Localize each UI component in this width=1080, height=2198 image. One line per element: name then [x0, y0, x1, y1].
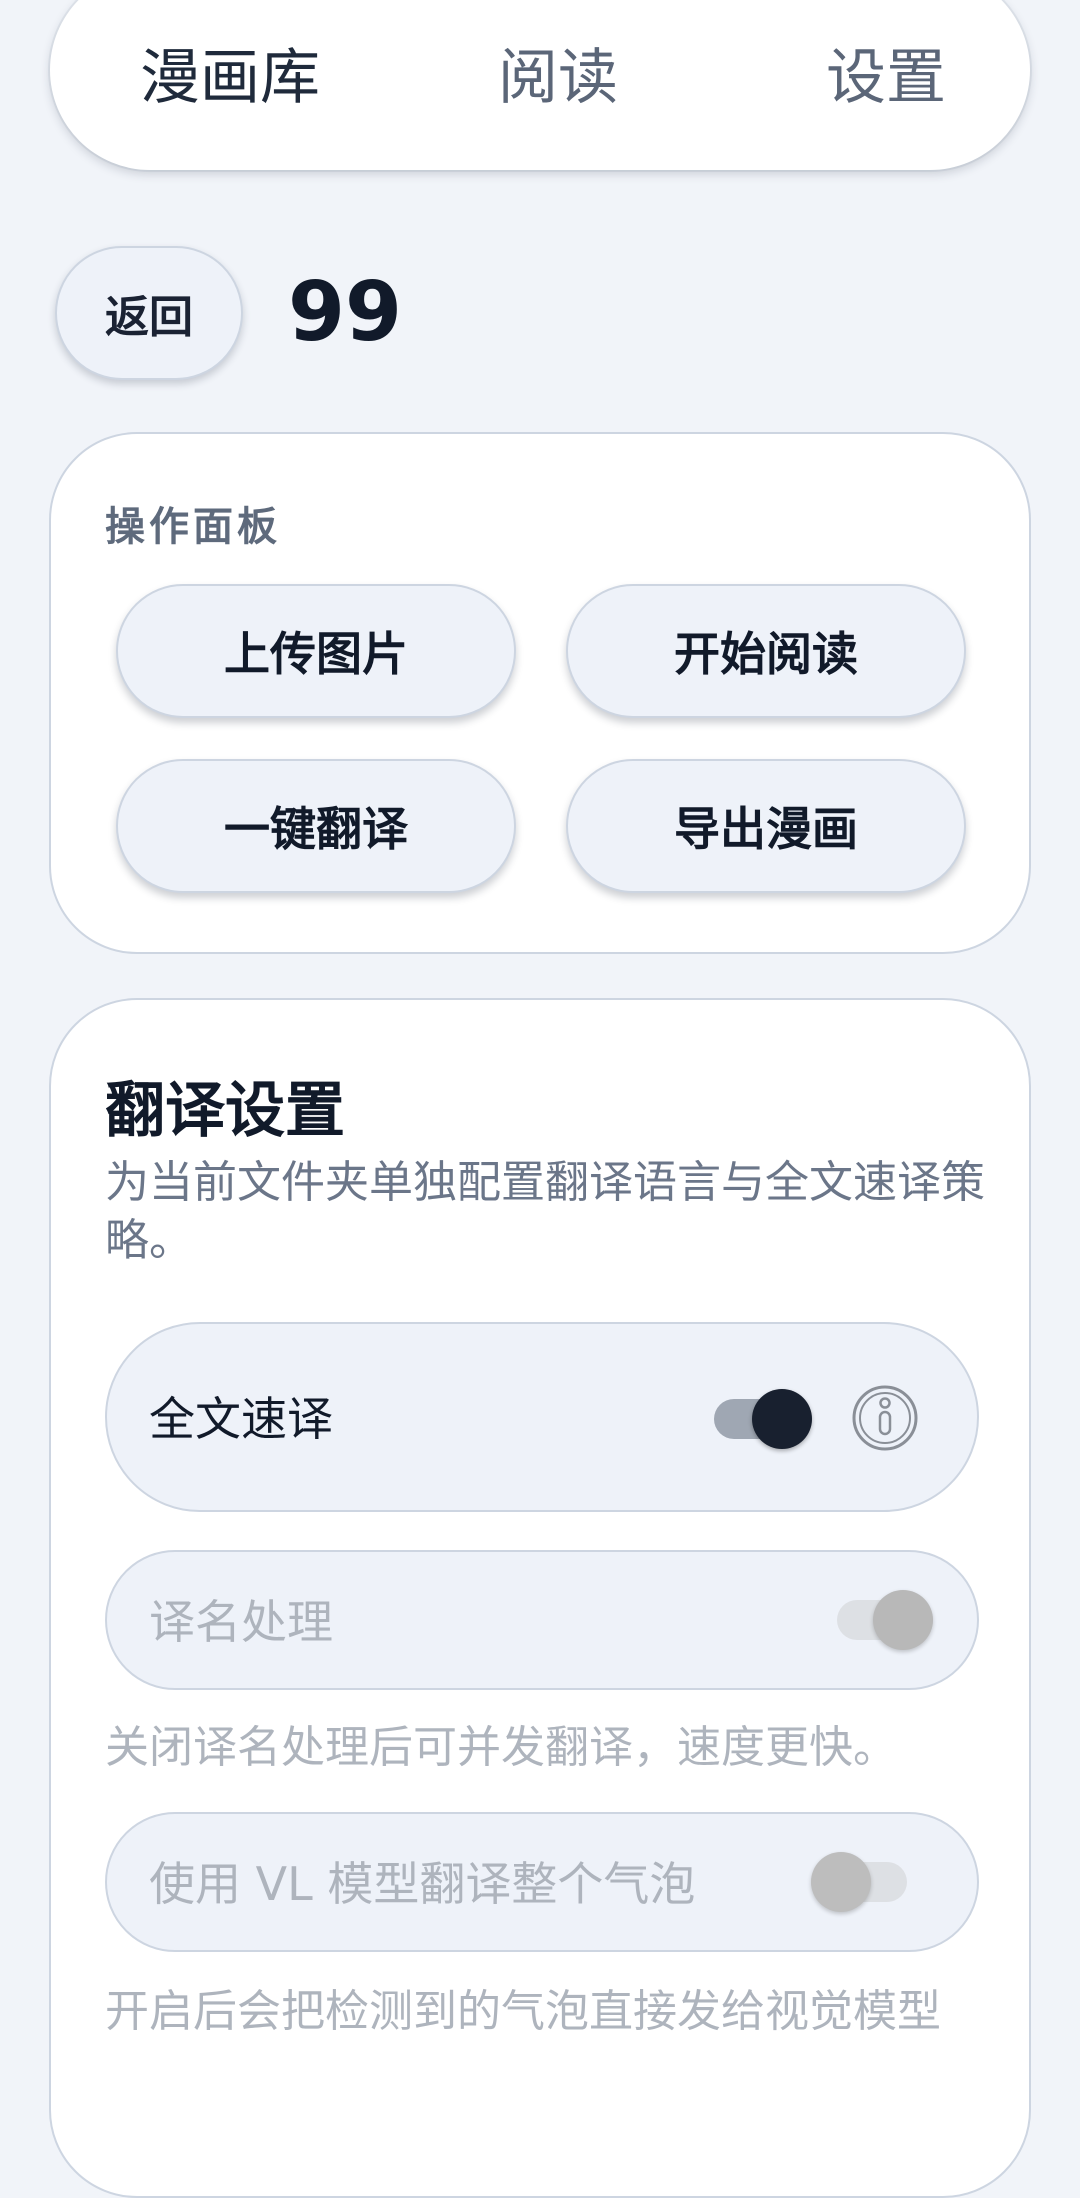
- export-comic-button[interactable]: 导出漫画: [566, 759, 966, 893]
- vl-bubble-label: 使用 VL 模型翻译整个气泡: [149, 1857, 696, 1911]
- action-panel-title: 操作面板: [105, 504, 281, 550]
- fast-translate-label: 全文速译: [149, 1392, 333, 1446]
- toggle-knob: [752, 1389, 812, 1449]
- vl-bubble-row: 使用 VL 模型翻译整个气泡: [105, 1812, 979, 1952]
- name-handling-hint: 关闭译名处理后可并发翻译，速度更快。: [105, 1722, 897, 1773]
- translation-settings-card: 翻译设置 为当前文件夹单独配置翻译语言与全文速译策略。 全文速译 译名处理 关闭…: [49, 998, 1031, 2198]
- action-panel: 操作面板 上传图片 开始阅读 一键翻译 导出漫画: [49, 432, 1031, 954]
- name-handling-row: 译名处理: [105, 1550, 979, 1690]
- name-handling-label: 译名处理: [149, 1595, 333, 1649]
- upload-images-button[interactable]: 上传图片: [116, 584, 516, 718]
- back-button[interactable]: 返回: [55, 246, 243, 380]
- tab-reader[interactable]: 阅读: [498, 48, 618, 108]
- tab-library[interactable]: 漫画库: [140, 48, 320, 108]
- one-click-translate-button[interactable]: 一键翻译: [116, 759, 516, 893]
- start-reading-button[interactable]: 开始阅读: [566, 584, 966, 718]
- toggle-knob: [873, 1590, 933, 1650]
- fast-translate-row: 全文速译: [105, 1322, 979, 1512]
- translation-settings-description: 为当前文件夹单独配置翻译语言与全文速译策略。: [105, 1157, 985, 1266]
- vl-bubble-hint: 开启后会把检测到的气泡直接发给视觉模型: [105, 1986, 941, 2037]
- info-icon[interactable]: [851, 1384, 919, 1452]
- tab-settings[interactable]: 设置: [826, 48, 946, 108]
- toggle-knob: [811, 1852, 871, 1912]
- translation-settings-title: 翻译设置: [105, 1076, 345, 1146]
- top-tab-bar: 漫画库 阅读 设置: [50, 0, 1030, 170]
- folder-title: 99: [288, 265, 403, 360]
